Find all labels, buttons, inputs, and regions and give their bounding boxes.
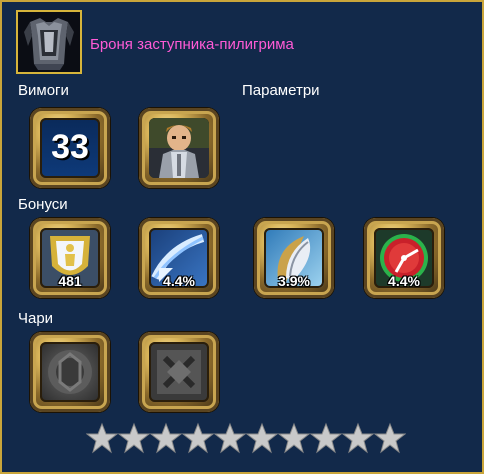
star-icon [310,422,342,454]
bonus-value: 481 [58,273,82,288]
speed-gauge-icon: 4.4% [374,228,434,288]
enchant-slot-rune-icon [149,342,209,402]
bonus-value: 4.4% [388,273,420,288]
level-badge-icon: 33 [40,118,100,178]
bonus-value: 4.4% [163,273,195,288]
star-rating [86,422,406,454]
class-requirement-slot[interactable] [139,108,219,188]
bonus-slot-speed[interactable]: 4.4% [364,218,444,298]
required-level-slot[interactable]: 33 [30,108,110,188]
star-icon [214,422,246,454]
bonus-slot-defense[interactable]: 481 [30,218,110,298]
star-icon [182,422,214,454]
enchant-slot-empty-icon [40,342,100,402]
star-icon [86,422,118,454]
bonuses-heading: Бонуси [18,196,68,213]
enchants-heading: Чари [18,310,54,327]
shield-defense-icon: 481 [40,228,100,288]
item-tooltip-panel: Броня заступника-пилигрима Вимоги Параме… [0,0,484,474]
enchant-slot-1[interactable] [30,332,110,412]
bonus-slot-blade[interactable]: 3.9% [254,218,334,298]
parameters-heading: Параметри [242,82,320,99]
bonus-value: 3.9% [278,273,310,288]
star-icon [374,422,406,454]
star-icon [342,422,374,454]
star-icon [150,422,182,454]
requirements-heading: Вимоги [18,82,69,99]
bonus-slot-slash[interactable]: 4.4% [139,218,219,298]
blade-icon: 3.9% [264,228,324,288]
star-icon [246,422,278,454]
slash-arrow-icon: 4.4% [149,228,209,288]
item-title: Броня заступника-пилигрима [90,36,294,53]
required-level-value: 33 [51,128,89,166]
star-icon [278,422,310,454]
armor-chestplate-icon[interactable] [16,10,82,74]
star-icon [118,422,150,454]
enchant-slot-2[interactable] [139,332,219,412]
knight-portrait-icon [149,118,209,178]
